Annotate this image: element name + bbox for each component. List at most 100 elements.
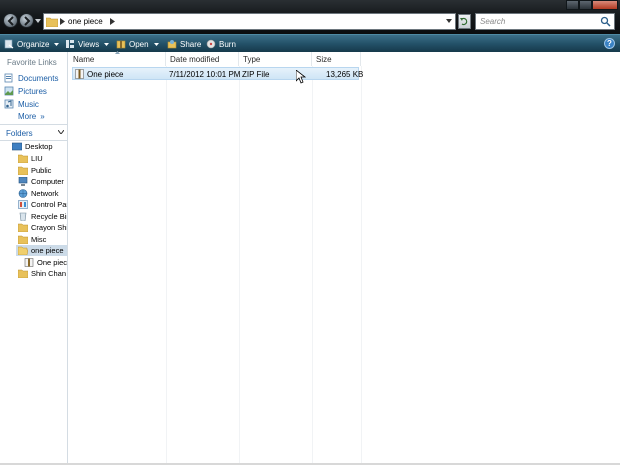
column-header-name[interactable]: Name — [69, 51, 166, 66]
tree-item-liu[interactable]: LIU — [18, 153, 67, 164]
minimize-button[interactable] — [566, 0, 579, 10]
favorite-pictures[interactable]: Pictures — [4, 85, 47, 97]
recycle-bin-icon — [19, 212, 27, 221]
column-header-size[interactable]: Size — [312, 52, 361, 66]
desktop-icon — [12, 142, 22, 151]
tree-item-label: Desktop — [25, 142, 53, 151]
more-label: More — [18, 112, 37, 121]
favorite-links-heading: Favorite Links — [7, 58, 57, 67]
column-label: Size — [316, 55, 332, 64]
favorite-music[interactable]: Music — [4, 98, 39, 110]
share-button[interactable]: Share — [167, 38, 201, 50]
tree-item-one-piece[interactable]: one piece — [16, 245, 67, 256]
folder-icon — [18, 166, 28, 175]
address-bar[interactable]: one piece — [43, 13, 456, 30]
breadcrumb-chevron-icon[interactable] — [60, 18, 65, 25]
share-label: Share — [180, 39, 202, 49]
close-button[interactable] — [592, 0, 618, 10]
file-row[interactable]: One piece 7/11/2012 10:01 PM ZIP File 13… — [72, 67, 363, 80]
organize-icon — [4, 39, 14, 49]
tree-item-label: Control Par — [31, 200, 67, 209]
column-label: Type — [243, 55, 261, 64]
column-divider — [312, 66, 313, 463]
favorite-documents[interactable]: Documents — [4, 72, 58, 84]
tree-item-one-piece-zip[interactable]: One piece — [24, 257, 67, 268]
title-bar: one piece Search — [0, 0, 620, 34]
file-type: ZIP File — [242, 70, 270, 79]
chevron-down-icon — [54, 42, 60, 46]
refresh-icon — [460, 17, 468, 26]
open-label: Open — [129, 39, 149, 49]
tree-item-misc[interactable]: Misc — [18, 234, 67, 245]
search-box[interactable]: Search — [475, 13, 615, 30]
tree-item-desktop[interactable]: Desktop — [12, 141, 67, 152]
zip-file-icon — [75, 69, 84, 79]
file-name[interactable]: One piece — [87, 70, 123, 79]
folder-icon — [18, 223, 28, 232]
chevron-down-icon — [153, 42, 159, 46]
tree-item-label: LIU — [31, 154, 43, 163]
double-chevron-icon: » — [40, 112, 45, 121]
folder-open-icon — [18, 246, 28, 255]
mouse-cursor-icon — [296, 70, 306, 84]
arrow-right-icon — [24, 16, 31, 26]
file-list[interactable]: Name Date modified Type Size One piece 7… — [69, 51, 620, 463]
organize-label: Organize — [17, 39, 50, 49]
search-icon[interactable] — [600, 16, 611, 27]
folders-header[interactable]: Folders — [0, 124, 67, 141]
burn-label: Burn — [219, 39, 236, 49]
favorite-label: Pictures — [18, 86, 47, 96]
tree-item-network[interactable]: Network — [18, 188, 67, 199]
network-icon — [18, 189, 28, 198]
help-icon[interactable]: ? — [604, 38, 615, 49]
share-icon — [167, 40, 177, 49]
column-header-type[interactable]: Type — [239, 52, 312, 66]
tree-item-control-panel[interactable]: Control Par — [18, 199, 67, 210]
tree-item-label: Crayon Shin — [31, 223, 67, 232]
tree-item-label: Network — [31, 189, 59, 198]
tree-item-label: Public — [31, 166, 52, 175]
organize-button[interactable]: Organize — [4, 38, 60, 50]
favorite-label: Documents — [18, 73, 59, 83]
views-button[interactable]: Views — [65, 38, 110, 50]
navigation-pane: Favorite Links Documents Pictures Music … — [0, 52, 68, 463]
documents-icon — [4, 73, 13, 83]
file-date-modified: 7/11/2012 10:01 PM — [169, 70, 241, 79]
recent-pages-dropdown[interactable] — [35, 19, 41, 23]
favorite-label: Music — [18, 99, 39, 109]
tree-item-computer[interactable]: Computer — [18, 176, 67, 187]
column-label: Name — [73, 55, 95, 64]
search-placeholder[interactable]: Search — [480, 17, 505, 26]
arrow-left-icon — [7, 16, 14, 26]
pictures-icon — [4, 86, 14, 96]
column-divider — [361, 66, 362, 463]
forward-button[interactable] — [19, 13, 34, 28]
chevron-down-icon — [104, 42, 110, 46]
refresh-button[interactable] — [458, 14, 471, 29]
music-icon — [4, 99, 14, 109]
chevron-down-icon — [58, 130, 64, 134]
back-button[interactable] — [3, 13, 18, 28]
tree-item-label: one piece — [31, 246, 64, 255]
tree-item-public[interactable]: Public — [18, 165, 67, 176]
chevron-down-icon[interactable] — [446, 19, 452, 23]
tree-item-shin-chan[interactable]: Shin Chan — [18, 268, 67, 279]
tree-item-crayon-shin[interactable]: Crayon Shin — [18, 222, 67, 233]
tree-item-label: Shin Chan — [31, 269, 67, 278]
folder-icon — [18, 154, 28, 163]
maximize-button[interactable] — [579, 0, 592, 10]
breadcrumb-chevron-icon[interactable] — [110, 18, 115, 25]
breadcrumb-one-piece[interactable]: one piece — [68, 17, 103, 26]
computer-icon — [18, 177, 28, 186]
column-label: Date modified — [170, 55, 220, 64]
burn-disc-icon — [206, 39, 216, 49]
burn-button[interactable]: Burn — [206, 38, 236, 50]
column-header-date-modified[interactable]: Date modified — [166, 52, 239, 66]
views-label: Views — [78, 39, 100, 49]
tree-item-recycle-bin[interactable]: Recycle Bin — [18, 211, 67, 222]
tree-item-label: Misc — [31, 235, 47, 244]
more-link[interactable]: More» — [18, 112, 45, 121]
open-button[interactable]: Open — [116, 38, 159, 50]
folder-icon — [18, 235, 28, 244]
control-panel-icon — [18, 200, 28, 209]
